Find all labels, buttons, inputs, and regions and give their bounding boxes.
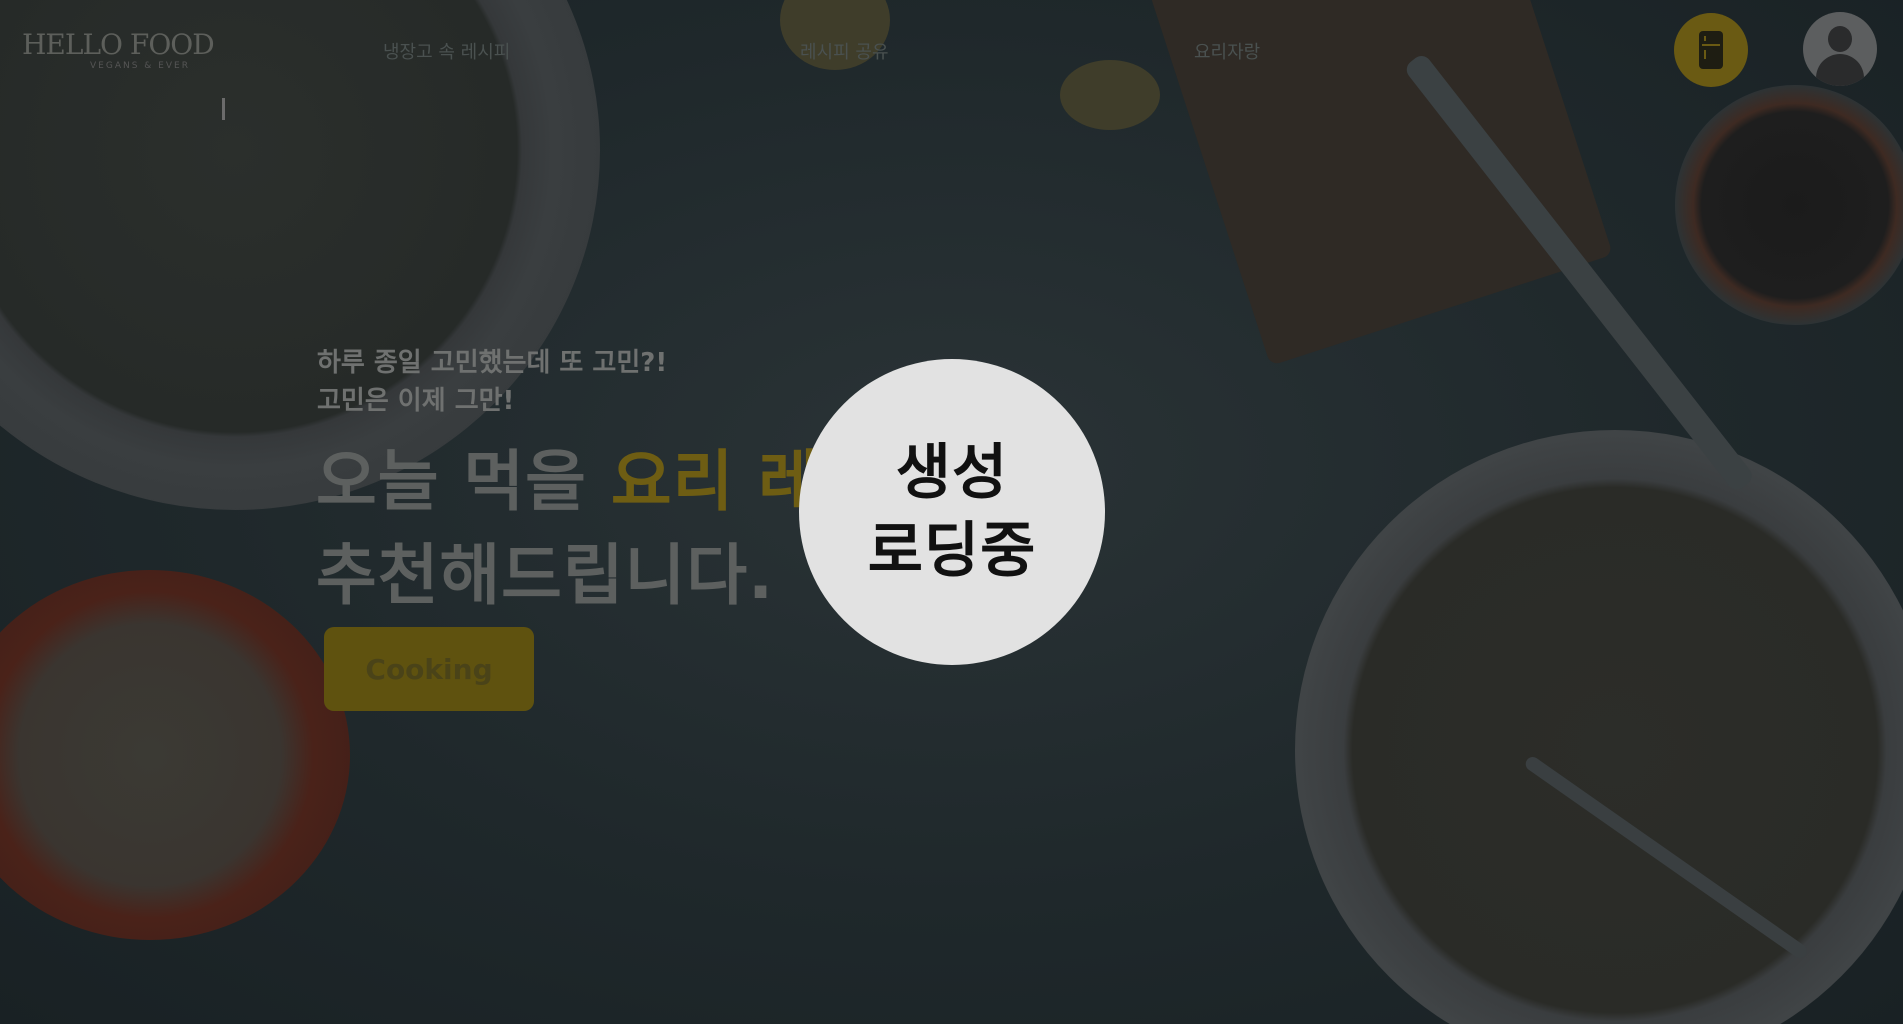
cooking-button[interactable]: Cooking — [324, 627, 534, 711]
nav-fridge-recipe[interactable]: 냉장고 속 레시피 — [383, 38, 510, 64]
loading-spinner-modal: 생성 로딩중 — [799, 359, 1105, 665]
profile-avatar[interactable] — [1803, 12, 1877, 86]
loading-text-line-2: 로딩중 — [867, 516, 1037, 586]
hero-subtitle-1: 하루 종일 고민했는데 또 고민?! — [317, 348, 668, 378]
nav-recipe-share[interactable]: 레시피 공유 — [800, 38, 889, 64]
nav-cooking-showoff[interactable]: 요리자랑 — [1194, 38, 1260, 64]
hero-title-line-2: 추천해드립니다. — [316, 537, 775, 614]
logo[interactable]: HELLO FOOD — [22, 28, 215, 61]
hero-subtitle-2: 고민은 이제 그만! — [317, 386, 515, 416]
fridge-button[interactable] — [1674, 13, 1748, 87]
logo-subtitle: VEGANS & EVER — [90, 61, 190, 71]
text-cursor — [222, 98, 225, 120]
loading-text-line-1: 생성 — [895, 438, 1009, 508]
user-avatar-icon — [1828, 26, 1852, 52]
fridge-icon — [1699, 31, 1723, 69]
hero-title-prefix: 오늘 먹을 — [316, 443, 611, 520]
